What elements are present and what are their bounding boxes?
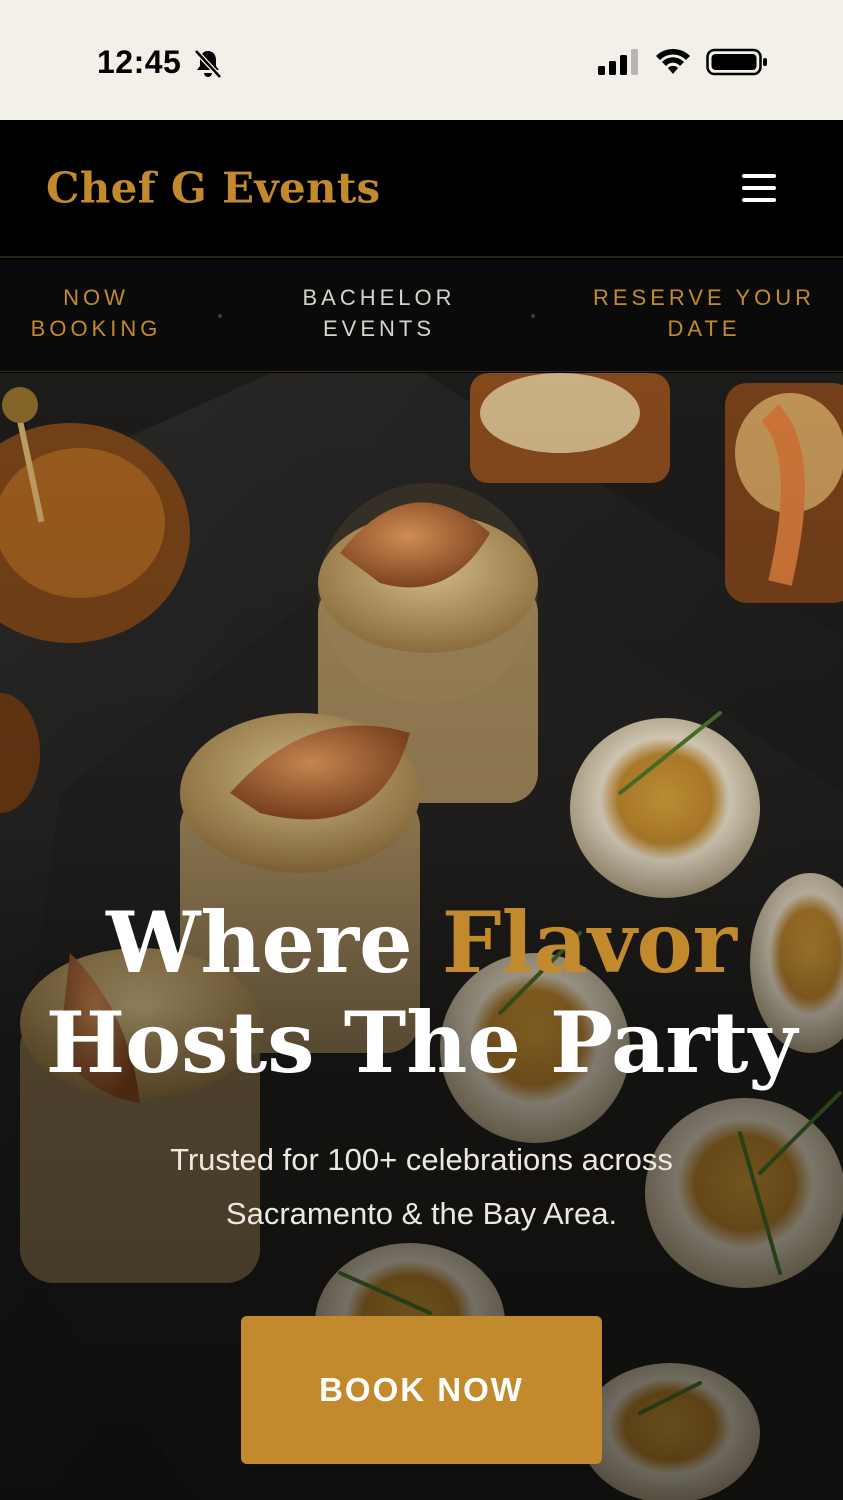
ticker-line: EVENTS xyxy=(322,316,436,341)
ticker-item-bachelor-events: BACHELOR EVENTS xyxy=(294,282,464,344)
ticker-line: BOOKING xyxy=(30,316,162,341)
signal-icon xyxy=(598,49,638,75)
book-now-button[interactable]: BOOK NOW xyxy=(241,1316,602,1464)
brand-logo[interactable]: Chef G Events xyxy=(46,164,381,213)
hamburger-menu-button[interactable] xyxy=(735,168,783,208)
battery-icon xyxy=(706,48,767,76)
hero-title-line1: Where Flavor xyxy=(0,893,843,993)
hero-subtitle: Trusted for 100+ celebrations across Sac… xyxy=(170,1142,673,1231)
hero-section: Where Flavor Hosts The Party Trusted for… xyxy=(0,373,843,1500)
ticker-item-now-booking: NOW BOOKING xyxy=(22,282,170,344)
hamburger-menu-icon-bar xyxy=(742,198,776,202)
hero-title: Where Flavor Hosts The Party xyxy=(0,893,843,1093)
status-time: 12:45 xyxy=(97,44,182,80)
site-header: Chef G Events xyxy=(0,120,843,258)
ticker-separator xyxy=(531,314,535,318)
announcement-ticker: NOW BOOKING BACHELOR EVENTS RESERVE YOUR… xyxy=(0,260,843,372)
status-bar: 12:45 xyxy=(0,0,843,120)
ticker-line: DATE xyxy=(667,316,741,341)
ticker-line: NOW xyxy=(63,285,129,310)
ticker-line: BACHELOR xyxy=(302,285,456,310)
ticker-separator xyxy=(218,314,222,318)
hamburger-menu-icon xyxy=(742,174,776,178)
bell-slash-icon xyxy=(194,49,222,79)
hero-title-accent: Flavor xyxy=(441,893,737,992)
hamburger-menu-icon-bar xyxy=(742,186,776,190)
ticker-line: RESERVE YOUR xyxy=(592,285,816,310)
hero-title-part1: Where xyxy=(106,893,442,992)
wifi-icon xyxy=(656,48,690,74)
ticker-item-reserve-your-date: RESERVE YOUR DATE xyxy=(586,282,822,344)
hero-title-line2: Hosts The Party xyxy=(45,993,798,1092)
